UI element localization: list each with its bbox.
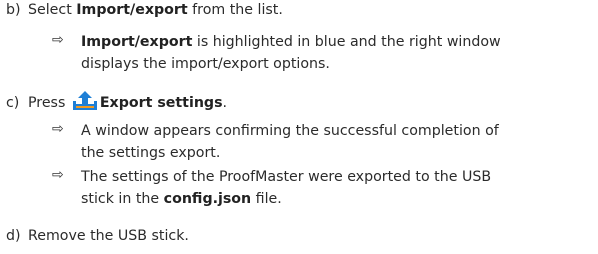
step-text-pre: Press xyxy=(28,95,70,111)
result-line2: the settings export. xyxy=(81,145,221,161)
step-c-result-2: The settings of the ProofMaster were exp… xyxy=(81,166,591,210)
step-text-post: from the list. xyxy=(187,2,283,18)
step-bold: Export settings xyxy=(99,95,223,111)
step-letter: c) xyxy=(6,95,20,111)
result-line1: The settings of the ProofMaster were exp… xyxy=(81,169,492,185)
step-text-post: . xyxy=(222,95,228,111)
step-b: b) Select Import/export from the list. xyxy=(6,2,283,18)
result-line1: is highlighted in blue and the right win… xyxy=(192,34,501,50)
step-text: Remove the USB stick. xyxy=(28,228,189,244)
step-letter: b) xyxy=(6,2,21,18)
step-c: c) Press Export settings. xyxy=(6,90,227,112)
step-letter: d) xyxy=(6,228,21,244)
result-arrow-icon: ⇨ xyxy=(52,167,64,183)
result-line2: displays the import/export options. xyxy=(81,56,330,72)
result-line2-bold: config.json xyxy=(163,191,252,207)
result-arrow-icon: ⇨ xyxy=(52,32,64,48)
result-line2-post: file. xyxy=(251,191,282,207)
step-c-result-1: A window appears confirming the successf… xyxy=(81,120,591,164)
result-bold: Import/export xyxy=(81,34,193,50)
step-bold: Import/export xyxy=(76,2,188,18)
step-text-pre: Select xyxy=(28,2,77,18)
step-b-result: Import/export is highlighted in blue and… xyxy=(81,31,591,75)
result-line2-pre: stick in the xyxy=(81,191,164,207)
result-line1: A window appears confirming the successf… xyxy=(81,123,499,139)
result-arrow-icon: ⇨ xyxy=(52,121,64,137)
step-d: d) Remove the USB stick. xyxy=(6,228,189,244)
export-upload-icon xyxy=(72,90,98,112)
